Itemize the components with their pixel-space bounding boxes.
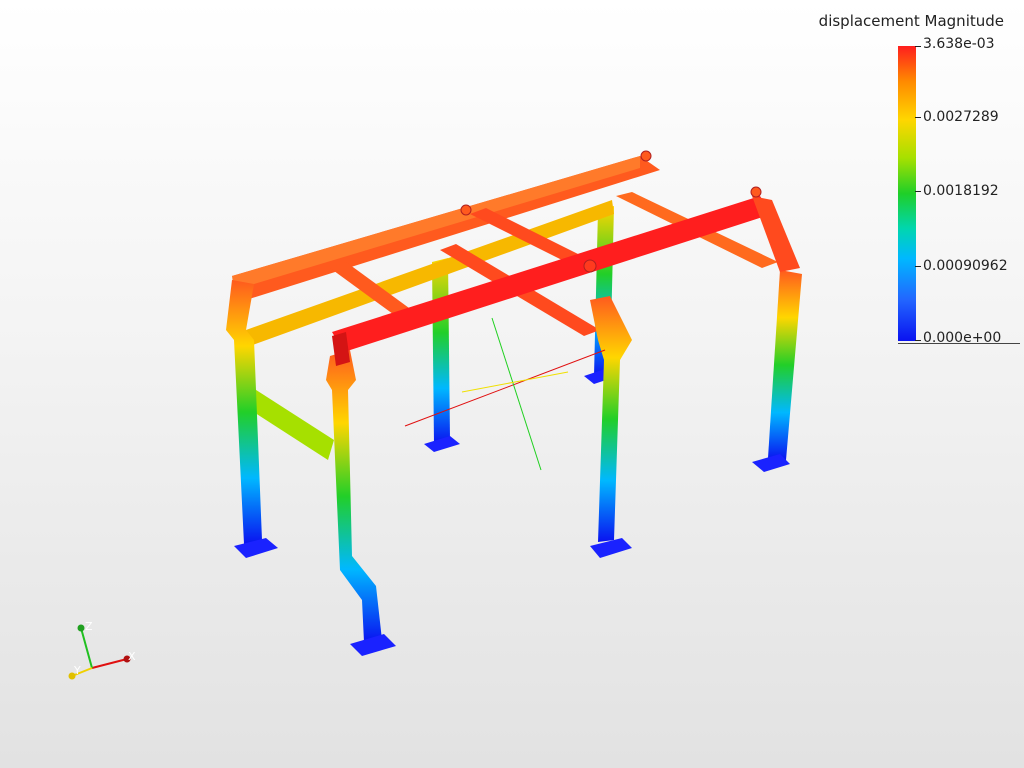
colorbar-label-min: 0.000e+00 — [923, 330, 1002, 346]
foot-front-left — [234, 538, 278, 558]
colorbar-tick — [915, 340, 921, 341]
axis-label-z: Z — [85, 620, 93, 633]
colorbar-gradient — [898, 46, 916, 341]
colorbar-title: displacement Magnitude — [818, 12, 1004, 30]
truss-frame-model[interactable] — [226, 150, 802, 656]
orientation-triad: X Z Y — [68, 620, 136, 680]
foot-front-right — [590, 538, 632, 558]
foot-front-center — [350, 634, 396, 656]
leg-back-right — [768, 270, 802, 460]
lug-2 — [640, 150, 652, 162]
leg-front-left — [226, 280, 262, 544]
colorbar-label-2: 0.0027289 — [923, 109, 999, 125]
lug-4 — [583, 259, 597, 273]
lug-3 — [750, 186, 762, 198]
colorbar-tick — [915, 191, 921, 192]
leg-front-center — [326, 350, 382, 642]
colorbar-tick — [915, 117, 921, 118]
axis-label-x: X — [128, 650, 136, 663]
colorbar-label-max: 3.638e-03 — [923, 36, 995, 52]
render-viewport[interactable]: X Z Y — [0, 0, 1024, 768]
colorbar-tick — [915, 46, 921, 47]
lug-1 — [460, 204, 472, 216]
leg-back-center — [432, 258, 450, 444]
beam-front-top — [332, 196, 772, 352]
colorbar-label-3: 0.0018192 — [923, 183, 999, 199]
colorbar-label-4: 0.00090962 — [923, 258, 1008, 274]
axis-label-y: Y — [73, 664, 81, 677]
colorbar-tick — [915, 266, 921, 267]
